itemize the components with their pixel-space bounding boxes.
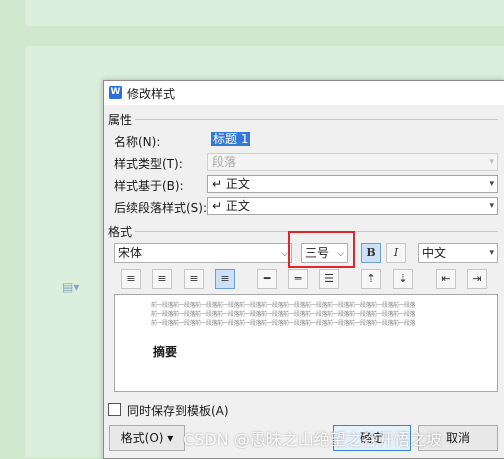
preview-previous-paragraph-line: 前一段落前一段落前一段落前一段落前一段落前一段落前一段落前一段落前一段落前一段落… (151, 311, 416, 318)
paragraph-handle-icon[interactable]: ▤▾ (62, 280, 84, 294)
align-center-button[interactable]: ≡ (152, 269, 172, 289)
font-value: 宋体 (118, 246, 143, 260)
space-after-button[interactable]: ⇣ (393, 269, 413, 289)
font-select[interactable]: 宋体 ⌵ (114, 243, 292, 263)
based-on-label: 样式基于(B): (114, 179, 184, 193)
italic-button[interactable]: I (386, 243, 406, 263)
next-style-select[interactable]: ↵ 正文 ▾ (207, 197, 498, 215)
decrease-indent-button[interactable]: ⇤ (436, 269, 456, 289)
name-label: 名称(N): (114, 135, 161, 149)
chevron-down-icon: ▾ (489, 157, 494, 167)
dialog-title: 修改样式 (127, 87, 176, 101)
justify-button[interactable]: ≡ (215, 269, 235, 289)
save-to-template-checkbox[interactable] (108, 403, 121, 416)
save-to-template-label: 同时保存到模板(A) (127, 404, 229, 418)
name-field[interactable]: 标题 1 (207, 131, 498, 149)
preview-previous-paragraph-line: 前一段落前一段落前一段落前一段落前一段落前一段落前一段落前一段落前一段落前一段落… (151, 302, 416, 309)
next-style-value: ↵ 正文 (212, 199, 250, 213)
align-left-button[interactable]: ≡ (121, 269, 141, 289)
align-right-button[interactable]: ≡ (184, 269, 204, 289)
chevron-down-icon: ▾ (489, 201, 494, 211)
chevron-down-icon: ⌵ (281, 249, 288, 259)
format-menu-button[interactable]: 格式(O) ▾ (109, 425, 185, 451)
bold-button[interactable]: B (361, 243, 381, 263)
properties-section-label: 属性 (108, 113, 133, 127)
name-value: 标题 1 (211, 132, 251, 146)
annotation-highlight-box (288, 231, 355, 268)
wps-writer-icon: W (109, 86, 122, 99)
format-section-label: 格式 (108, 225, 133, 239)
language-select[interactable]: 中文 ▾ (418, 243, 498, 263)
increase-indent-button[interactable]: ⇥ (467, 269, 487, 289)
properties-divider (135, 119, 498, 120)
style-type-label: 样式类型(T): (114, 157, 183, 171)
space-before-button[interactable]: ⇡ (361, 269, 381, 289)
style-preview-pane: 前一段落前一段落前一段落前一段落前一段落前一段落前一段落前一段落前一段落前一段落… (114, 294, 498, 392)
language-value: 中文 (422, 246, 447, 260)
document-page-top (25, 0, 504, 26)
next-style-label: 后续段落样式(S): (114, 201, 208, 215)
preview-previous-paragraph-line: 前一段落前一段落前一段落前一段落前一段落前一段落前一段落前一段落前一段落前一段落… (151, 320, 416, 327)
line-spacing-1-5-button[interactable]: ═ (288, 269, 308, 289)
line-spacing-double-button[interactable]: ☰ (319, 269, 339, 289)
chevron-down-icon: ▾ (489, 248, 494, 258)
chevron-down-icon: ▾ (163, 431, 174, 445)
style-type-select: 段落 ▾ (207, 153, 498, 171)
dialog-titlebar[interactable]: W 修改样式 (104, 81, 504, 105)
based-on-value: ↵ 正文 (212, 177, 250, 191)
chevron-down-icon: ▾ (489, 179, 494, 189)
csdn-watermark: CSDN @愚昧之山绝望之谷开悟之坡 (183, 430, 442, 449)
based-on-select[interactable]: ↵ 正文 ▾ (207, 175, 498, 193)
line-spacing-single-button[interactable]: ━ (257, 269, 277, 289)
format-menu-label: 格式(O) (120, 431, 164, 445)
preview-sample-text: 摘要 (153, 345, 178, 359)
style-type-value: 段落 (212, 155, 237, 169)
